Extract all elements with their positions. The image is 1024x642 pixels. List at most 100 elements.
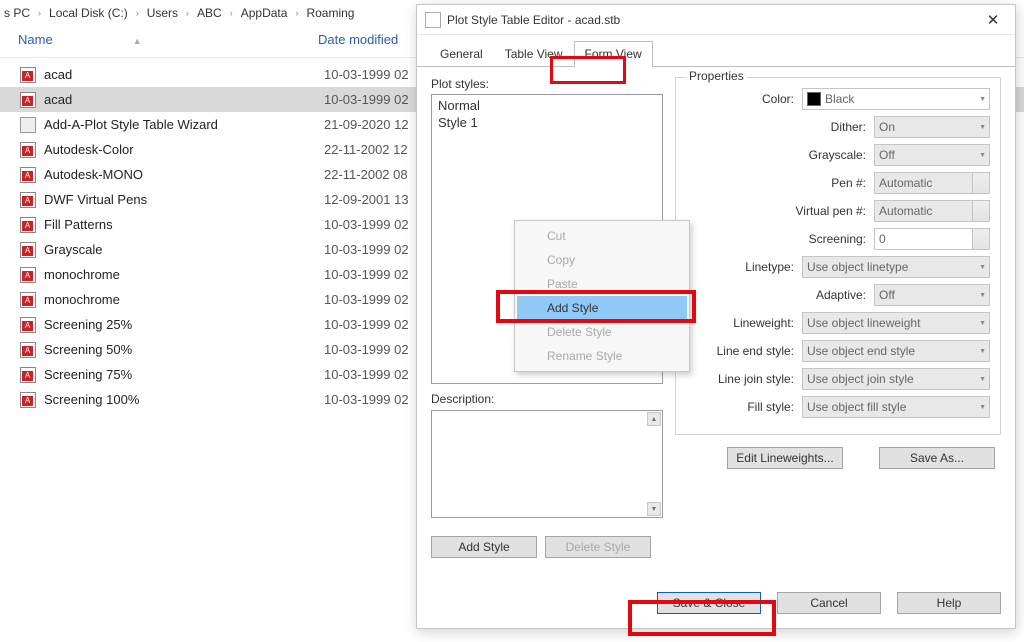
- chevron-down-icon: ▼: [979, 292, 986, 299]
- stb-file-icon: [20, 292, 36, 308]
- col-name[interactable]: Name▲: [18, 32, 318, 47]
- file-name: acad: [44, 67, 324, 82]
- pen-input[interactable]: Automatic: [874, 172, 990, 194]
- stb-file-icon: [20, 92, 36, 108]
- stb-file-icon: [20, 217, 36, 233]
- color-swatch: [807, 92, 821, 106]
- screening-input[interactable]: 0: [874, 228, 990, 250]
- stb-file-icon: [20, 192, 36, 208]
- delete-style-button: Delete Style: [545, 536, 651, 558]
- scroll-down-icon[interactable]: ▼: [647, 502, 661, 516]
- chevron-down-icon: ▼: [979, 320, 986, 327]
- screening-label: Screening:: [809, 232, 866, 246]
- chevron-down-icon: ▼: [979, 96, 986, 103]
- stb-file-icon: [20, 342, 36, 358]
- help-button[interactable]: Help: [897, 592, 1001, 614]
- color-label: Color:: [762, 92, 794, 106]
- file-name: acad: [44, 92, 324, 107]
- file-name: Autodesk-Color: [44, 142, 324, 157]
- file-name: Screening 25%: [44, 317, 324, 332]
- lineend-label: Line end style:: [717, 344, 794, 358]
- color-select[interactable]: Black▼: [802, 88, 990, 110]
- lineweight-label: Lineweight:: [733, 316, 794, 330]
- chevron-down-icon: ▼: [979, 264, 986, 271]
- save-close-button[interactable]: Save & Close: [657, 592, 761, 614]
- tab-strip: General Table View Form View: [417, 35, 1015, 67]
- file-name: Screening 100%: [44, 392, 324, 407]
- file-name: Autodesk-MONO: [44, 167, 324, 182]
- titlebar[interactable]: Plot Style Table Editor - acad.stb ✕: [417, 5, 1015, 35]
- description-box[interactable]: ▲ ▼: [431, 410, 663, 518]
- ctx-copy: Copy: [517, 248, 687, 272]
- tab-formview[interactable]: Form View: [574, 41, 653, 67]
- lineweight-select[interactable]: Use object lineweight▼: [802, 312, 990, 334]
- linejoin-select[interactable]: Use object join style▼: [802, 368, 990, 390]
- edit-lineweights-button[interactable]: Edit Lineweights...: [727, 447, 843, 469]
- description-label: Description:: [431, 392, 663, 406]
- file-name: Fill Patterns: [44, 217, 324, 232]
- stb-file-icon: [20, 142, 36, 158]
- file-name: Screening 75%: [44, 367, 324, 382]
- list-item[interactable]: Normal: [436, 97, 658, 114]
- linejoin-label: Line join style:: [718, 372, 794, 386]
- chevron-down-icon: ▼: [979, 376, 986, 383]
- breadcrumb-item[interactable]: ABC: [197, 6, 222, 20]
- file-name: Grayscale: [44, 242, 324, 257]
- grayscale-select[interactable]: Off▼: [874, 144, 990, 166]
- stb-file-icon: [20, 367, 36, 383]
- tab-tableview[interactable]: Table View: [494, 41, 574, 66]
- chevron-down-icon: ▼: [979, 152, 986, 159]
- breadcrumb-item[interactable]: AppData: [241, 6, 288, 20]
- adaptive-label: Adaptive:: [816, 288, 866, 302]
- grayscale-label: Grayscale:: [809, 148, 866, 162]
- chevron-down-icon: ▼: [979, 348, 986, 355]
- stb-file-icon: [20, 392, 36, 408]
- plot-style-editor-dialog: Plot Style Table Editor - acad.stb ✕ Gen…: [416, 4, 1016, 629]
- scroll-up-icon[interactable]: ▲: [647, 412, 661, 426]
- dialog-title: Plot Style Table Editor - acad.stb: [447, 13, 975, 27]
- dither-label: Dither:: [831, 120, 866, 134]
- breadcrumb-item[interactable]: Local Disk (C:): [49, 6, 128, 20]
- close-button[interactable]: ✕: [975, 6, 1011, 34]
- ctx-delete-style: Delete Style: [517, 320, 687, 344]
- chevron-down-icon: ▼: [979, 124, 986, 131]
- wizard-icon: [20, 117, 36, 133]
- sort-asc-icon: ▲: [133, 36, 142, 46]
- context-menu: Cut Copy Paste Add Style Delete Style Re…: [514, 220, 690, 372]
- file-name: monochrome: [44, 267, 324, 282]
- stb-file-icon: [20, 267, 36, 283]
- add-style-button[interactable]: Add Style: [431, 536, 537, 558]
- file-name: DWF Virtual Pens: [44, 192, 324, 207]
- file-name: Screening 50%: [44, 342, 324, 357]
- plot-styles-label: Plot styles:: [431, 77, 663, 91]
- breadcrumb-item[interactable]: s PC: [4, 6, 30, 20]
- ctx-cut: Cut: [517, 224, 687, 248]
- chevron-down-icon: ▼: [979, 404, 986, 411]
- breadcrumb-item[interactable]: Roaming: [306, 6, 354, 20]
- ctx-add-style[interactable]: Add Style: [517, 296, 687, 320]
- adaptive-select[interactable]: Off▼: [874, 284, 990, 306]
- tab-general[interactable]: General: [429, 41, 494, 66]
- stb-file-icon: [20, 317, 36, 333]
- save-as-button[interactable]: Save As...: [879, 447, 995, 469]
- app-icon: [425, 12, 441, 28]
- file-name: monochrome: [44, 292, 324, 307]
- properties-legend: Properties: [686, 69, 747, 83]
- fill-select[interactable]: Use object fill style▼: [802, 396, 990, 418]
- cancel-button[interactable]: Cancel: [777, 592, 881, 614]
- pen-label: Pen #:: [831, 176, 866, 190]
- stb-file-icon: [20, 67, 36, 83]
- breadcrumb-item[interactable]: Users: [147, 6, 178, 20]
- linetype-label: Linetype:: [745, 260, 794, 274]
- linetype-select[interactable]: Use object linetype▼: [802, 256, 990, 278]
- ctx-rename-style: Rename Style: [517, 344, 687, 368]
- dither-select[interactable]: On▼: [874, 116, 990, 138]
- ctx-paste: Paste: [517, 272, 687, 296]
- list-item[interactable]: Style 1: [436, 114, 658, 131]
- fill-label: Fill style:: [747, 400, 794, 414]
- file-name: Add-A-Plot Style Table Wizard: [44, 117, 324, 132]
- lineend-select[interactable]: Use object end style▼: [802, 340, 990, 362]
- vpen-input[interactable]: Automatic: [874, 200, 990, 222]
- stb-file-icon: [20, 167, 36, 183]
- properties-group: Properties Color: Black▼ Dither: On▼ Gra…: [675, 77, 1001, 435]
